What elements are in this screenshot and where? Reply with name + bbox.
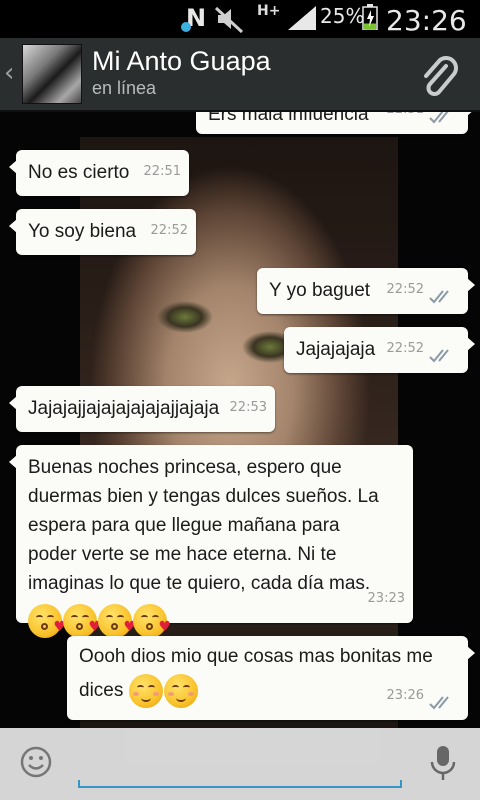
back-chevron-icon[interactable]: ‹: [4, 58, 14, 88]
delivered-double-check-icon: [429, 696, 449, 710]
delivered-double-check-icon: [429, 112, 449, 124]
avatar[interactable]: [22, 44, 82, 104]
message-text: No es cierto: [28, 162, 130, 183]
kissing-heart-emoji: ♥: [98, 604, 136, 638]
message-line: poder verte se me hace eterna. Ni te: [28, 544, 337, 565]
chat-area[interactable]: Ers mala influencia 22:51 No es cierto 22:5…: [0, 112, 480, 728]
status-bar: N H+ 25% 23:26: [0, 0, 480, 38]
message-text: Yo soy biena: [28, 221, 137, 242]
relaxed-smile-emoji: [163, 673, 198, 708]
message-bubble-outgoing[interactable]: Jajajajaja 22:52: [284, 327, 475, 373]
message-timestamp: 22:52: [150, 223, 188, 238]
message-text: Jajajajaja: [296, 339, 376, 360]
message-line: Oooh dios mio que cosas mas bonitas me: [79, 646, 433, 667]
input-underline: [78, 780, 402, 788]
mute-icon: [214, 6, 244, 34]
message-line: dices: [79, 671, 433, 711]
delivered-double-check-icon: [429, 290, 449, 304]
message-bubble-incoming[interactable]: Buenas noches princesa, espero que duerma…: [9, 445, 413, 638]
delivered-double-check-icon: [429, 349, 449, 363]
message-text: Oooh dios mio que cosas mas bonitas me di…: [79, 642, 433, 711]
battery-percent: 25%: [320, 4, 365, 28]
message-line: imaginas lo que te quiero, cada día mas.: [28, 573, 371, 594]
message-timestamp: 22:53: [229, 400, 267, 415]
contact-status: en línea: [92, 78, 157, 98]
message-text: Ers mala influencia: [208, 112, 369, 125]
message-text: Jajajajjajajajajajajjajaja: [28, 398, 220, 419]
kissing-heart-emoji: ♥: [133, 604, 171, 638]
kissing-heart-emoji: ♥: [63, 604, 101, 638]
attach-paperclip-icon[interactable]: [414, 50, 462, 98]
message-text: Y yo baguet: [269, 280, 371, 301]
message-line: Buenas noches princesa, espero que: [28, 457, 342, 478]
battery-charging-icon: [362, 4, 378, 30]
chat-header[interactable]: ‹ Mi Anto Guapa en línea: [0, 38, 480, 112]
contact-name[interactable]: Mi Anto Guapa: [92, 46, 271, 77]
microphone-icon[interactable]: [428, 744, 458, 782]
message-timestamp: 22:51: [387, 112, 424, 124]
kissing-heart-emoji: ♥: [28, 604, 66, 638]
message-bubble-incoming[interactable]: Yo soy biena 22:52: [9, 209, 196, 255]
message-bubble-incoming[interactable]: Jajajajjajajajajajajjajaja 22:53: [9, 386, 275, 432]
message-bubble-outgoing[interactable]: Y yo baguet 22:52: [257, 268, 475, 314]
message-text: Buenas noches princesa, espero que duerma…: [28, 453, 379, 638]
message-line: espera para que llegue mañana para: [28, 515, 340, 536]
message-timestamp: 22:52: [386, 341, 424, 356]
relaxed-smile-emoji: [128, 673, 163, 708]
clock: 23:26: [386, 4, 467, 37]
message-bubble-incoming[interactable]: No es cierto 22:51: [9, 150, 189, 196]
input-bar: [0, 728, 480, 800]
network-type-label: H+: [257, 3, 281, 19]
message-line: duermas bien y tengas dulces sueños. La: [28, 486, 379, 507]
message-timestamp: 23:23: [367, 591, 405, 606]
message-bubble-outgoing[interactable]: Oooh dios mio que cosas mas bonitas me di…: [67, 636, 475, 720]
wifi-icon: [181, 22, 191, 32]
message-timestamp: 22:52: [386, 282, 424, 297]
message-bubble-outgoing[interactable]: Ers mala influencia 22:51: [196, 112, 475, 134]
emoji-row: ♥ ♥ ♥ ♥: [28, 604, 379, 638]
smiley-icon[interactable]: [20, 746, 52, 778]
message-timestamp: 23:26: [386, 688, 424, 703]
message-timestamp: 22:51: [143, 164, 181, 179]
signal-icon: [288, 6, 316, 30]
